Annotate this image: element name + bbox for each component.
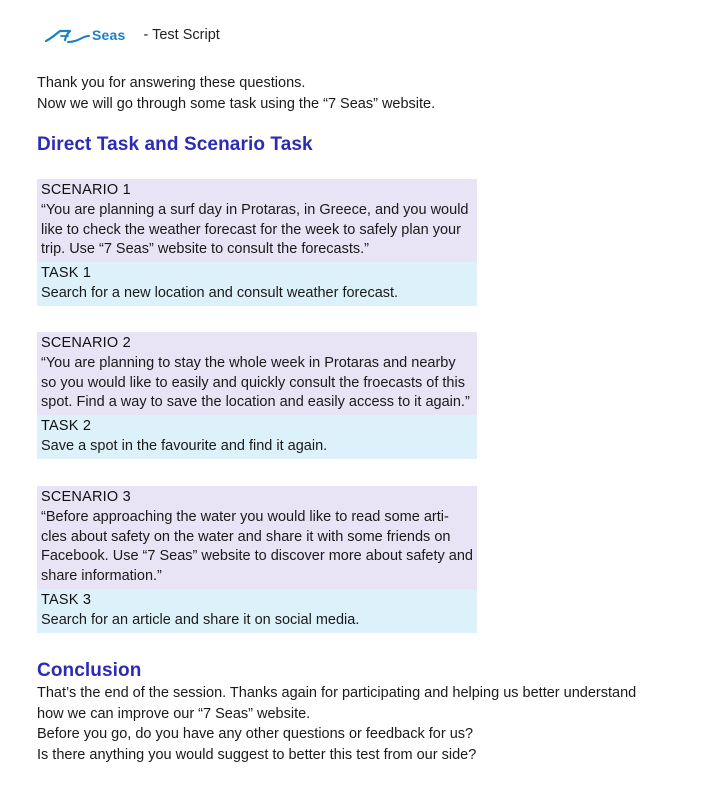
logo-text: Seas [92, 27, 126, 43]
task-box: TASK 3 Search for an article and share i… [37, 588, 477, 633]
task-text: Save a spot in the favourite and find it… [41, 437, 328, 454]
scenario-line: “You are planning to stay the whole week… [41, 354, 456, 371]
scenario-label: SCENARIO 3 [41, 489, 131, 505]
scenario-box: SCENARIO 1 “You are planning a surf day … [37, 179, 477, 263]
task-box: TASK 2 Save a spot in the favourite and … [37, 415, 477, 459]
task-label: TASK 1 [41, 265, 92, 282]
scenario-box: SCENARIO 2 “You are planning to stay the… [37, 332, 477, 416]
scenario-line: “You are planning a surf day in Protaras… [41, 201, 469, 218]
intro-text: Thank you for answering these questions.… [37, 73, 435, 114]
scenario-block-2: SCENARIO 2 “You are planning to stay the… [37, 332, 477, 459]
scenario-line: share information.” [41, 568, 162, 585]
scenario-label: SCENARIO 2 [41, 335, 131, 351]
section-title: Direct Task and Scenario Task [37, 134, 313, 155]
scenario-label: SCENARIO 1 [41, 182, 131, 198]
scenario-line: so you would like to easily and quickly … [41, 374, 465, 391]
conclusion-text: That’s the end of the session. Thanks ag… [37, 683, 657, 765]
document-subtitle: - Test Script [143, 27, 220, 43]
intro-line-1: Thank you for answering these questions. [37, 75, 306, 91]
conclusion-line-4: Is there anything you would suggest to b… [37, 746, 477, 763]
scenario-block-3: SCENARIO 3 “Before approaching the water… [37, 486, 477, 633]
conclusion-line-2: how we can improve our “7 Seas” website. [37, 705, 311, 722]
wave-7-icon [44, 29, 90, 43]
scenario-block-1: SCENARIO 1 “You are planning a surf day … [37, 179, 477, 306]
scenario-line: spot. Find a way to save the location an… [41, 394, 470, 411]
seas-logo: Seas [44, 24, 126, 46]
scenario-line: Facebook. Use “7 Seas” website to discov… [41, 548, 473, 565]
conclusion-line-1: That’s the end of the session. Thanks ag… [37, 685, 637, 701]
conclusion-line-3: Before you go, do you have any other que… [37, 726, 474, 742]
scenario-box: SCENARIO 3 “Before approaching the water… [37, 486, 477, 589]
document-header: Seas - Test Script [44, 22, 220, 48]
task-label: TASK 2 [41, 418, 92, 435]
task-box: TASK 1 Search for a new location and con… [37, 262, 477, 306]
task-text: Search for an article and share it on so… [41, 611, 360, 628]
scenario-line: cles about safety on the water and share… [41, 528, 451, 545]
intro-line-2: Now we will go through some task using t… [37, 95, 436, 112]
scenario-line: “Before approaching the water you would … [41, 508, 449, 525]
scenario-line: like to check the weather forecast for t… [41, 221, 461, 238]
task-label: TASK 3 [41, 591, 92, 608]
task-text: Search for a new location and consult we… [41, 284, 399, 301]
conclusion-title: Conclusion [37, 660, 142, 681]
scenario-line: trip. Use “7 Seas” website to consult th… [41, 241, 369, 258]
